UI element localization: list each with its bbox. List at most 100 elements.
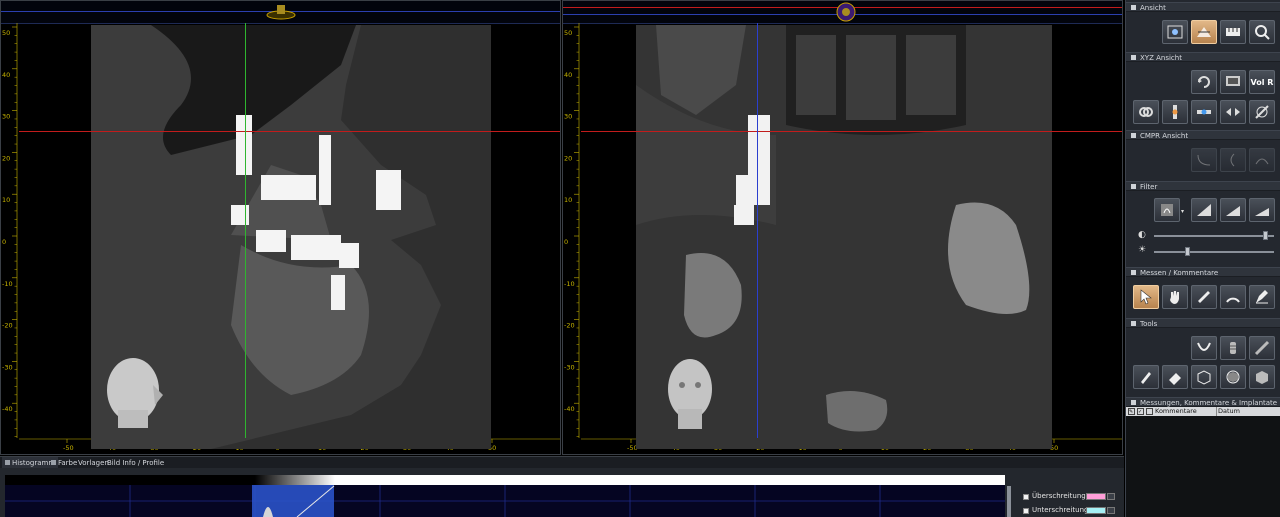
annotation-button[interactable] xyxy=(1249,285,1275,309)
cube-rotate-icon xyxy=(1226,370,1240,384)
measurements-table[interactable]: ✎ ✓ Kommentare Datum xyxy=(1126,407,1280,517)
contrast-slider-handle[interactable] xyxy=(1263,231,1268,240)
gradient-icon xyxy=(1255,208,1269,216)
curve-icon xyxy=(1197,154,1211,166)
select-tool-button[interactable] xyxy=(1133,285,1159,309)
collapse-icon xyxy=(1131,400,1136,405)
ruler-tick-label: 10 xyxy=(2,196,10,204)
table-header: ✎ ✓ Kommentare Datum xyxy=(1126,407,1280,416)
rotate-view-button[interactable] xyxy=(1191,70,1217,94)
histogram-chart[interactable] xyxy=(5,485,1005,517)
histogram-scroll-handle[interactable] xyxy=(1007,486,1011,517)
section-messen-header[interactable]: Messen / Kommentare xyxy=(1126,267,1280,277)
filter-sharpen-button[interactable] xyxy=(1154,198,1180,222)
tab-icon xyxy=(51,460,56,465)
nerve-canal-button[interactable] xyxy=(1191,336,1217,360)
ueberschreitung-color-dropdown[interactable] xyxy=(1107,493,1115,500)
volume-cut-button[interactable] xyxy=(1191,365,1217,389)
sagittal-scan-image[interactable] xyxy=(91,25,561,449)
rotate-icon xyxy=(1198,76,1210,88)
unterschreitung-color-dropdown[interactable] xyxy=(1107,507,1115,514)
collapse-icon xyxy=(1131,321,1136,326)
horizontal-crosshair[interactable] xyxy=(581,131,1122,132)
coronal-viewer[interactable]: 50403020100-10-20-30-40 -50-40-30-20-100… xyxy=(562,0,1123,455)
ruler-tick-label: -50 xyxy=(63,444,74,452)
implant-icon xyxy=(1230,342,1236,354)
collapse-icon xyxy=(1131,5,1136,10)
section-filter-header[interactable]: Filter xyxy=(1126,181,1280,191)
axis-x-button[interactable] xyxy=(1162,100,1188,124)
measure-angle-button[interactable] xyxy=(1220,285,1246,309)
pan-tool-button[interactable] xyxy=(1162,285,1188,309)
cmpr-panorama-button[interactable] xyxy=(1249,148,1275,172)
section-cmpr-header[interactable]: CMPR Ansicht xyxy=(1126,130,1280,140)
nerve-icon xyxy=(1197,342,1211,351)
orientation-widget[interactable] xyxy=(833,1,859,23)
coronal-scan-image[interactable] xyxy=(636,25,1052,449)
axis-x-icon xyxy=(1172,105,1178,119)
zoom-button[interactable] xyxy=(1249,20,1275,44)
cube-solid-icon xyxy=(1256,371,1268,384)
measure-distance-button[interactable] xyxy=(1191,285,1217,309)
layout-button[interactable] xyxy=(1162,20,1188,44)
axis-y-button[interactable] xyxy=(1191,100,1217,124)
ruler-tick-label: -10 xyxy=(2,280,13,288)
eraser-icon xyxy=(1169,373,1181,385)
mpr-view-button[interactable] xyxy=(1191,20,1217,44)
section-messungen-header[interactable]: Messungen, Kommentare & Implantate xyxy=(1126,397,1280,407)
reset-orientation-button[interactable] xyxy=(1249,100,1275,124)
window-level-gradient[interactable] xyxy=(5,475,1005,485)
ruler-tick-label: -10 xyxy=(564,280,575,288)
airway-button[interactable] xyxy=(1249,336,1275,360)
ruler-tick-label: 20 xyxy=(2,154,10,162)
filter-preset-1-button[interactable] xyxy=(1191,198,1217,222)
volume-render-button[interactable] xyxy=(1249,365,1275,389)
ruler-tick-label: 30 xyxy=(564,113,572,121)
filter-preset-3-button[interactable] xyxy=(1249,198,1275,222)
implant-button[interactable] xyxy=(1220,336,1246,360)
vol-r-button[interactable]: Vol R xyxy=(1249,70,1275,94)
horizontal-crosshair[interactable] xyxy=(19,131,560,132)
volume-rotate-button[interactable] xyxy=(1220,365,1246,389)
column-icon-tag[interactable] xyxy=(1146,408,1153,415)
eraser-tool-button[interactable] xyxy=(1162,365,1188,389)
ruler-tick-label: -30 xyxy=(564,363,575,371)
unterschreitung-color-swatch[interactable] xyxy=(1086,507,1106,514)
vertical-crosshair[interactable] xyxy=(757,23,758,438)
unterschreitung-checkbox[interactable] xyxy=(1023,508,1029,514)
screenshot-button[interactable] xyxy=(1220,70,1246,94)
link-button[interactable] xyxy=(1133,100,1159,124)
ueberschreitung-checkbox[interactable] xyxy=(1023,494,1029,500)
column-kommentare[interactable]: Kommentare xyxy=(1155,407,1197,416)
cmpr-curve-button[interactable] xyxy=(1191,148,1217,172)
column-icon-check[interactable]: ✓ xyxy=(1137,408,1144,415)
ruler-tick-label: -40 xyxy=(2,405,13,413)
vertical-crosshair[interactable] xyxy=(245,23,246,438)
section-tools-header[interactable]: Tools xyxy=(1126,318,1280,328)
hand-icon xyxy=(1170,291,1179,304)
column-icon-edit[interactable]: ✎ xyxy=(1128,408,1135,415)
ueberschreitung-color-swatch[interactable] xyxy=(1086,493,1106,500)
sagittal-viewer[interactable]: 50 40 30 20 10 0 -10 -20 -30 -40 -50 -40 -30 -20 -10 0… xyxy=(0,0,561,455)
ruler-view-button[interactable] xyxy=(1220,20,1246,44)
section-xyz-header[interactable]: XYZ Ansicht xyxy=(1126,52,1280,62)
monitor-icon xyxy=(1226,76,1240,86)
path-icon xyxy=(1230,153,1235,167)
pencil-tool-button[interactable] xyxy=(1133,365,1159,389)
brightness-slider[interactable] xyxy=(1154,251,1274,253)
layout-icon xyxy=(1167,25,1183,39)
contrast-icon: ◐ xyxy=(1138,230,1146,240)
ruler-tick-label: 40 xyxy=(2,71,10,79)
column-datum[interactable]: Datum xyxy=(1218,407,1240,416)
gradient-icon xyxy=(1226,206,1240,216)
vertical-ruler: 50 40 30 20 10 0 -10 -20 -30 -40 xyxy=(564,23,580,438)
orientation-widget[interactable] xyxy=(263,3,299,20)
brightness-slider-handle[interactable] xyxy=(1185,247,1190,256)
contrast-slider[interactable] xyxy=(1154,235,1274,237)
section-ansicht-header[interactable]: Ansicht xyxy=(1126,2,1280,12)
filter-preset-2-button[interactable] xyxy=(1220,198,1246,222)
mirror-button[interactable] xyxy=(1220,100,1246,124)
cmpr-path-button[interactable] xyxy=(1220,148,1246,172)
pen-icon xyxy=(1256,290,1268,304)
filter-dropdown-icon[interactable]: ▾ xyxy=(1181,208,1184,215)
